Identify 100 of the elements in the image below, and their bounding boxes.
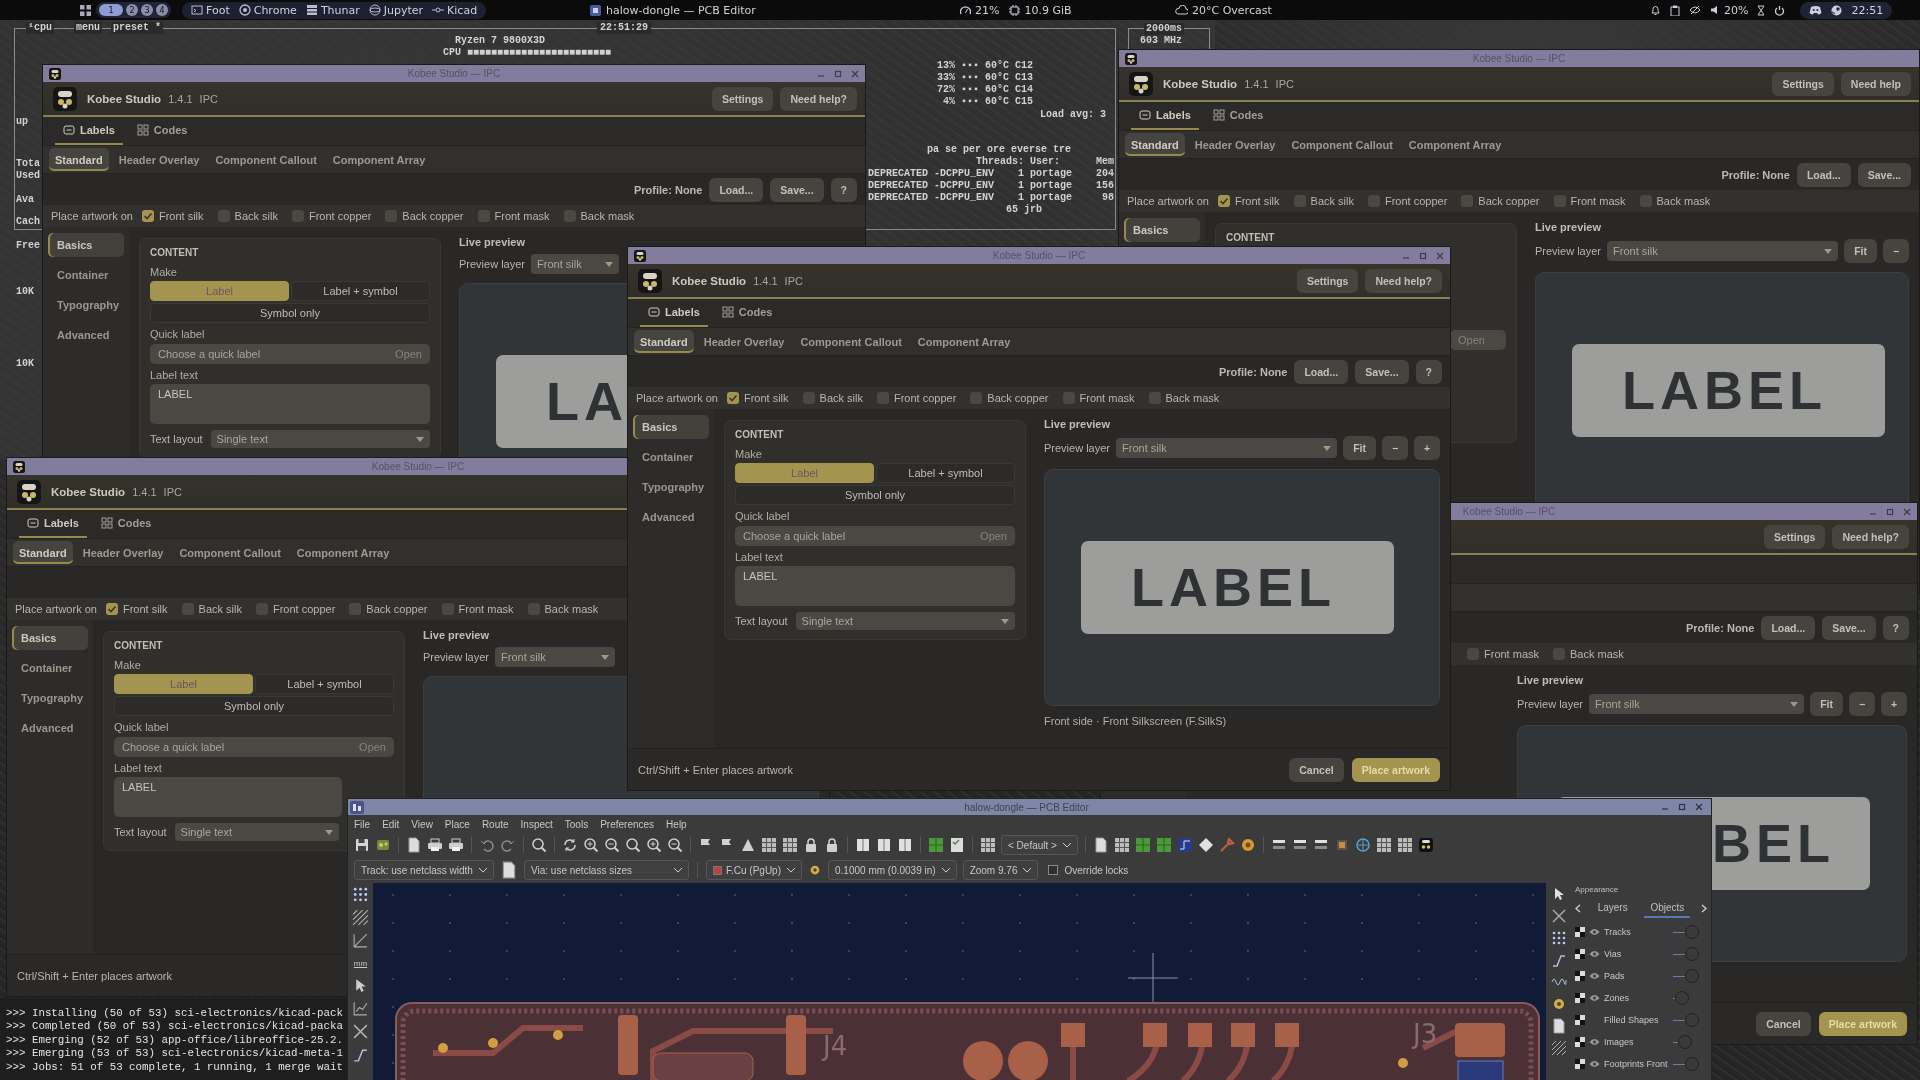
header-button[interactable]: Need help? [1365,268,1442,293]
checkbox[interactable] [105,603,118,615]
opacity-slider[interactable] [1673,947,1699,961]
checkbox[interactable] [1467,648,1479,660]
checkbox[interactable] [563,210,576,222]
sidebar-item[interactable]: Container [633,445,709,469]
lock-icon[interactable] [803,837,819,853]
circle-icon[interactable] [1239,837,1256,853]
sidebar-item[interactable]: Basics [1124,218,1200,242]
floppy-icon[interactable] [354,837,370,853]
checkbox[interactable] [441,603,454,615]
track-width-dropdown[interactable]: Track: use netclass width [354,860,494,880]
bell-icon[interactable] [1650,4,1661,16]
book-icon[interactable] [876,837,892,853]
chevron-right-icon[interactable] [1701,903,1707,913]
eye-icon[interactable] [1589,1038,1600,1046]
footer-button[interactable]: Cancel [1289,757,1344,782]
checkbox[interactable] [217,210,230,222]
preview-layer-select[interactable]: Front silk [1607,241,1839,261]
checkbox[interactable] [1367,195,1380,207]
opacity-slider[interactable] [1673,925,1699,939]
opacity-slider[interactable] [1673,969,1699,983]
subtab[interactable]: Component Callout [1285,133,1399,156]
sidebar-item[interactable]: Basics [12,626,88,650]
profile-button[interactable]: Load... [1761,615,1816,640]
sidebar-item[interactable]: Container [48,263,124,287]
header-button[interactable]: Need help? [1832,524,1909,549]
maximize-icon[interactable] [1419,251,1427,260]
profile-button[interactable]: Save... [1857,162,1911,187]
subtab[interactable]: Standard [1125,133,1185,156]
eye-off-icon[interactable] [1689,5,1701,15]
layer-dropdown[interactable]: F.Cu (PgUp) [706,860,802,880]
zoom-button[interactable]: Fit [1343,436,1376,460]
sidebar-item[interactable]: Typography [48,293,124,317]
checkbox[interactable] [726,392,739,404]
grid-dots-icon[interactable] [352,886,369,903]
page-icon[interactable] [1092,837,1109,853]
disc-icon[interactable] [1831,4,1843,16]
checklist-icon[interactable] [949,837,965,853]
search-icon[interactable] [625,837,641,853]
slider-knob[interactable] [1685,925,1699,939]
checkbox[interactable] [141,210,154,222]
grid-icon[interactable] [1396,837,1413,853]
profile-button[interactable]: Save... [770,177,824,202]
subtab[interactable]: Component Callout [209,148,323,171]
cross-icon[interactable] [352,1023,369,1040]
taskbar-button[interactable]: Kicad [432,3,478,17]
menu-item[interactable]: Preferences [600,818,655,830]
subtab[interactable]: Component Array [1402,133,1508,156]
printer-icon[interactable] [448,837,464,853]
subtab[interactable]: Component Callout [794,330,908,353]
taskbar-button[interactable]: Jupyter [368,3,424,17]
workspace-button[interactable]: 4 [156,4,168,16]
chevron-left-icon[interactable] [1575,903,1581,913]
page-icon[interactable] [1550,1018,1567,1034]
subtab[interactable]: Component Array [326,148,432,171]
checkbox[interactable] [291,210,304,222]
slider-knob[interactable] [1685,1057,1699,1071]
sidebar-item[interactable]: Advanced [48,323,124,347]
zoom-button[interactable]: + [1414,436,1440,460]
route-icon[interactable] [1550,952,1567,968]
subtab[interactable]: Standard [49,148,109,171]
workspace-button[interactable]: 2 [126,4,138,16]
zoom-in-icon[interactable] [583,837,599,853]
footer-button[interactable]: Cancel [1756,1011,1811,1036]
taskbar-button[interactable]: Foot [191,3,230,17]
checkbox[interactable] [1048,865,1059,875]
undo-icon[interactable] [479,837,495,853]
profile-button[interactable]: ? [830,177,857,202]
text-layout-select[interactable]: Single text [174,823,339,841]
grid-icon[interactable] [761,837,777,853]
checkbox[interactable] [1553,648,1565,660]
header-button[interactable]: Need help [1840,71,1911,96]
subtab[interactable]: Header Overlay [112,148,206,171]
preview-layer-select[interactable]: Front silk [1589,694,1805,714]
tab[interactable]: Codes [128,117,196,145]
text-layout-select[interactable]: Single text [210,430,430,448]
slider-knob[interactable] [1685,947,1699,961]
label-text-field[interactable]: LABEL [150,384,430,424]
sidebar-item[interactable]: Advanced [633,505,709,529]
menu-item[interactable]: Place [444,818,470,830]
redo-icon[interactable] [500,837,516,853]
hatch-icon[interactable] [1550,1040,1567,1056]
zoom-out-icon[interactable] [667,837,683,853]
checkbox[interactable] [255,603,268,615]
preview-layer-select[interactable]: Front silk [531,254,620,274]
close-icon[interactable] [1436,251,1444,260]
grid-icon[interactable] [1113,837,1130,853]
menu-item[interactable]: View [411,818,433,830]
label-text-field[interactable]: LABEL [735,566,1015,606]
diamond-icon[interactable] [1197,837,1214,853]
zoom-dropdown[interactable]: Zoom 9.76 [962,860,1039,880]
tab[interactable]: Layers [1591,898,1634,918]
checkbox[interactable] [349,603,362,615]
segment-button[interactable]: Symbol only [150,303,430,323]
header-button[interactable]: Settings [1297,268,1359,293]
preview-layer-select[interactable]: Front silk [1116,438,1338,458]
profile-button[interactable]: ? [1882,615,1909,640]
zoom-button[interactable]: Fit [1810,692,1843,716]
grid-icon[interactable] [782,837,798,853]
